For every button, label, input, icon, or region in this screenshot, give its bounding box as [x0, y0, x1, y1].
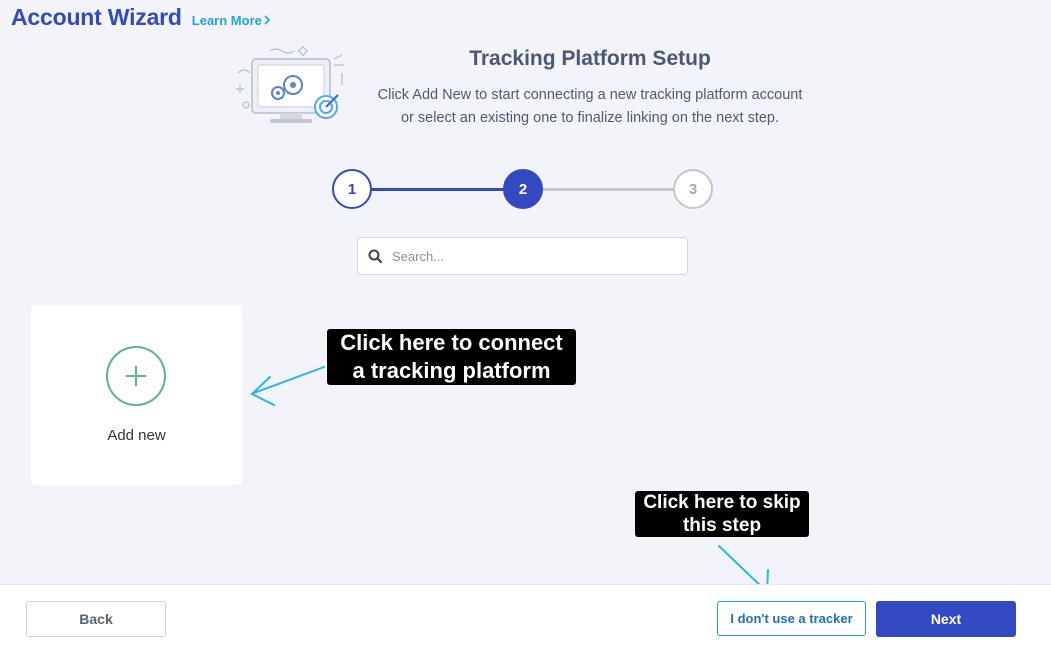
- setup-description-line-2: or select an existing one to finalize li…: [400, 110, 780, 126]
- callout-skip-line-2: this step: [682, 515, 762, 536]
- search-input[interactable]: [392, 248, 672, 264]
- next-button[interactable]: Next: [876, 601, 1016, 637]
- add-new-label: Add new: [107, 427, 166, 444]
- setup-description-line-1: Click Add New to start connecting a new …: [377, 87, 803, 103]
- setup-description: Click Add New to start connecting a new …: [355, 84, 825, 130]
- stepper-line-pending: [541, 188, 677, 191]
- step-3: 3: [673, 169, 713, 209]
- app-title: Account Wizard: [11, 4, 182, 30]
- step-2: 2: [503, 169, 543, 209]
- arrow-to-add-new-icon: [250, 366, 325, 406]
- callout-connect-line-2: a tracking platform: [352, 358, 551, 383]
- learn-more-link[interactable]: Learn More: [192, 13, 270, 28]
- step-1: 1: [332, 169, 372, 209]
- no-tracker-button[interactable]: I don't use a tracker: [717, 601, 866, 636]
- stepper-line-completed: [369, 188, 505, 191]
- header: Account Wizard Learn More: [11, 4, 270, 31]
- callout-skip-step: Click here to skip this step: [635, 491, 809, 537]
- tracking-setup-illustration: [230, 45, 348, 129]
- callout-skip-line-1: Click here to skip: [643, 492, 801, 513]
- search-box: [357, 237, 688, 275]
- learn-more-label: Learn More: [191, 13, 262, 28]
- search-icon: [358, 249, 392, 263]
- callout-connect-tracker: Click here to connect a tracking platfor…: [327, 329, 576, 385]
- callout-connect-line-1: Click here to connect: [340, 330, 563, 355]
- back-button[interactable]: Back: [26, 601, 166, 637]
- progress-stepper: 1 2 3: [331, 169, 714, 211]
- chevron-right-icon: [264, 13, 270, 28]
- add-new-card[interactable]: Add new: [31, 305, 242, 485]
- footer-bar: Back I don't use a tracker Next: [0, 584, 1051, 645]
- setup-title: Tracking Platform Setup: [469, 47, 711, 70]
- plus-icon: [106, 346, 166, 406]
